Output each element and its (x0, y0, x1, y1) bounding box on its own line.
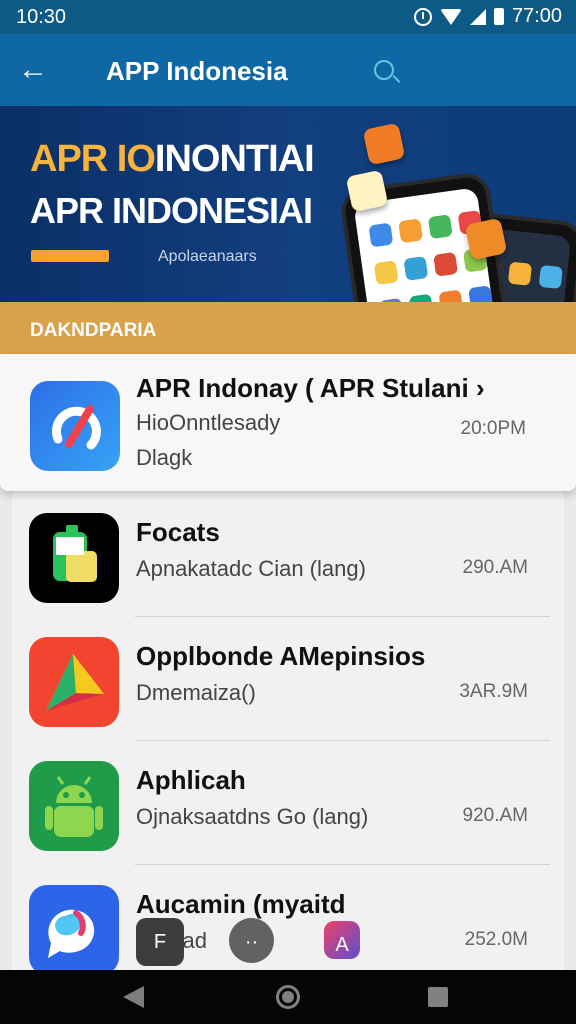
refresh-blue-app-icon (30, 381, 120, 471)
wifi-icon (439, 8, 462, 25)
banner-title-suffix: INONTIAI (154, 138, 315, 180)
mini-app-icon (427, 214, 453, 240)
home-circle-icon[interactable] (276, 985, 300, 1009)
app-time: 290.AM (462, 557, 528, 578)
android-icon (45, 776, 103, 837)
chat-bubble-app-icon (29, 885, 119, 975)
mini-app-icon (368, 222, 394, 248)
floating-app-icon (362, 122, 406, 166)
app-time: 920.AM (462, 805, 528, 826)
app-time: 20:0PM (460, 418, 526, 439)
section-title: DAKNDPARIA (30, 320, 157, 341)
alarm-icon (413, 7, 432, 26)
section-header: DAKNDPARIA (0, 302, 576, 354)
mini-app-icon (538, 264, 563, 290)
app-list: APR Indonay ( APR Stulani › HioOnntlesad… (0, 354, 576, 989)
navigation-bar (0, 970, 576, 1024)
mini-app-icon (507, 261, 533, 286)
mini-app-icon (398, 218, 424, 244)
app-list-item[interactable]: Opplbonde AMepinsios Dmemaiza() 3AR.9M (12, 617, 564, 741)
search-icon[interactable] (374, 60, 394, 80)
app-title: Aucamin (myaitd (136, 889, 346, 919)
recents-square-icon[interactable] (428, 987, 448, 1007)
page-title: APP Indonesia (106, 56, 288, 86)
mini-app-icon (468, 285, 494, 302)
battery-icon (493, 8, 504, 25)
mini-app-icon (433, 251, 459, 277)
floating-app-icon (464, 217, 508, 261)
battery-app-icon (29, 513, 119, 603)
mini-app-icon (438, 289, 464, 302)
android-app-screen: 10:30 77:00 ← APP Indonesia APR IOINONTI… (0, 0, 576, 1024)
signal-icon (469, 8, 486, 25)
banner-title-secondary: APR INDONESIAI (30, 190, 313, 231)
status-secondary-time: 77:00 (511, 5, 562, 27)
battery-icon (53, 525, 97, 582)
play-triangle-icon (46, 654, 104, 711)
mini-app-icon (373, 260, 399, 286)
app-subtitle: Ojnaksaatdns Go (lang) (136, 804, 369, 829)
refresh-arrow-icon (51, 405, 101, 450)
app-subtitle: Apnakatadc Cian (lang) (136, 556, 366, 581)
app-time: 252.0M (464, 929, 528, 950)
app-title: Focats (136, 517, 220, 547)
floating-app-icon (345, 169, 389, 213)
featured-app-item[interactable]: APR Indonay ( APR Stulani › HioOnntlesad… (0, 354, 576, 491)
quick-brand-button[interactable]: A (324, 921, 360, 959)
promotional-banner[interactable]: APR IOINONTIAI APR INDONESIAI Apolaeanaa… (0, 106, 576, 302)
app-list-item[interactable]: Aphlicah Ojnaksaatdns Go (lang) 920.AM (12, 741, 564, 865)
status-indicators: 77:00 (413, 5, 562, 28)
back-triangle-icon[interactable] (123, 986, 144, 1008)
banner-title-prefix: APR IO (30, 138, 156, 180)
mini-app-icon (408, 293, 434, 302)
quick-menu-button[interactable]: F (136, 918, 184, 966)
app-title: APR Indonay ( APR Stulani › (136, 373, 485, 403)
app-subtitle: Dmemaiza() (136, 680, 256, 705)
status-bar: 10:30 77:00 (0, 0, 576, 34)
app-title: Opplbonde AMepinsios (136, 641, 426, 671)
chat-bubble-icon (48, 909, 95, 958)
app-time: 3AR.9M (459, 681, 528, 702)
banner-title-primary: APR IOINONTIAI (30, 138, 315, 181)
app-subtitle: HioOnntlesady (136, 410, 281, 435)
back-button[interactable]: ← (18, 52, 58, 88)
arrow-left-icon: ← (18, 53, 48, 86)
app-list-item[interactable]: Focats Apnakatadc Cian (lang) 290.AM (12, 493, 564, 617)
quick-more-button[interactable]: ·· (229, 918, 274, 963)
banner-accent-line (31, 250, 109, 262)
mini-app-icon (403, 256, 429, 281)
app-title: Aphlicah (136, 765, 246, 795)
status-time: 10:30 (16, 6, 67, 28)
play-triangle-app-icon (29, 637, 119, 727)
app-detail: Dlagk (136, 445, 193, 470)
app-bar: ← APP Indonesia (0, 34, 576, 106)
android-app-icon (29, 761, 119, 851)
banner-subtitle: Apolaeanaars (158, 248, 257, 265)
